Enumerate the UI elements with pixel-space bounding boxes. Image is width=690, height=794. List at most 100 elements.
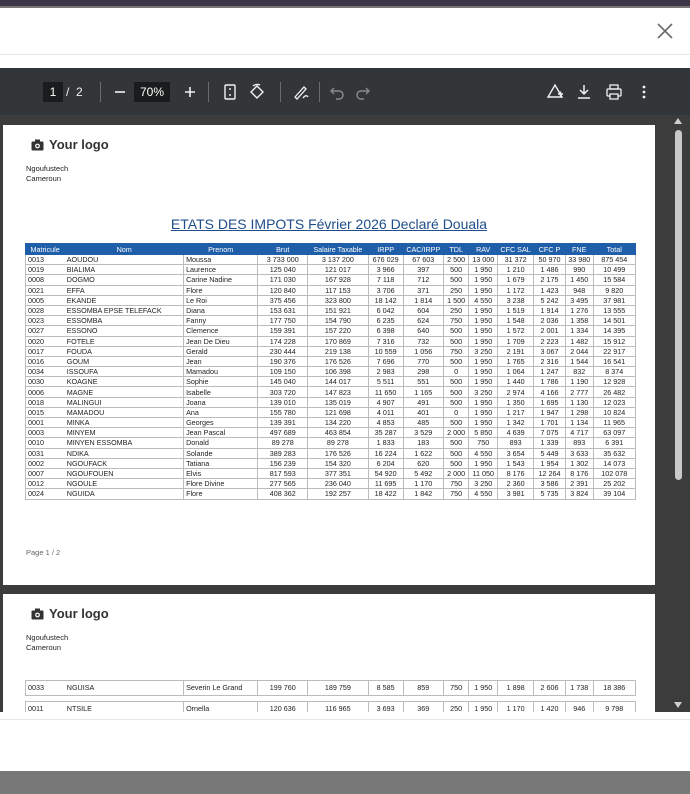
- table-row: 0033 NGUISA Severin Le Grand 199 760 189 759…: [24, 680, 636, 696]
- table-cell: MINYEN ESSOMBA: [64, 437, 184, 449]
- table-cell: NGUISA: [64, 680, 184, 696]
- pdf-pages-scroll[interactable]: Your logo Ngoufustech Cameroun ETATS DES…: [0, 115, 655, 712]
- table-cell: 1 950: [468, 407, 498, 419]
- table-cell: 2 191: [497, 346, 534, 357]
- table-cell: 250: [442, 285, 469, 296]
- table-cell: MINKA: [64, 417, 184, 429]
- draw-icon[interactable]: [291, 82, 311, 102]
- minus-icon[interactable]: [110, 82, 130, 102]
- table-cell: 1 056: [402, 346, 444, 357]
- table-cell: 183: [402, 437, 444, 449]
- table-cell: FOUDA: [64, 346, 184, 357]
- table-cell: 1 950: [468, 417, 498, 429]
- annotate-pdf-icon[interactable]: [545, 82, 565, 102]
- table-cell: 15 912: [592, 336, 636, 347]
- table-cell: 39 104: [592, 488, 636, 500]
- table-cell: 167 928: [307, 274, 369, 286]
- table-row: 0018 MALINGUI Joana 139 010 135 019 4 907 491 5…: [24, 397, 636, 408]
- table-cell: 875 454: [592, 254, 636, 266]
- column-header: CFC SAL: [497, 243, 535, 255]
- table-cell: 3 981: [497, 488, 534, 500]
- table-row: 0024 NGUIDA Flore 408 362 192 257 18 422 1 842…: [24, 488, 636, 500]
- table-cell: 0017: [24, 346, 65, 357]
- undo-icon[interactable]: [327, 82, 347, 102]
- table-cell: 2 000: [442, 427, 469, 439]
- table-row: 0028 ESSOMBA EPSE TELEFACK Diana 153 631 151…: [24, 305, 636, 317]
- table-cell: Flore: [183, 488, 258, 500]
- table-cell: 7 075: [533, 427, 566, 439]
- table-cell: 145 040: [257, 376, 308, 388]
- table-cell: 0024: [24, 488, 65, 500]
- table-cell: 500: [442, 386, 469, 398]
- table-cell: 1 842: [402, 488, 444, 500]
- table-cell: Le Roi: [183, 295, 258, 306]
- table-cell: 3 966: [367, 264, 404, 276]
- download-icon[interactable]: [574, 82, 594, 102]
- table-cell: 18 422: [367, 488, 404, 500]
- table-cell: 375 456: [257, 295, 308, 306]
- modal-footer-divider: [0, 719, 690, 720]
- table-row: 0019 BIALIMA Laurence 125 040 121 017 3 966 39…: [24, 264, 636, 276]
- table-cell: ESSOMBA EPSE TELEFACK: [64, 305, 184, 317]
- table-cell: 500: [442, 264, 469, 276]
- table-cell: 0001: [24, 417, 65, 429]
- table-cell: 1 423: [533, 285, 566, 296]
- table-row: 0021 EFFA Flore 120 840 117 153 3 706 371 250 1 …: [24, 285, 636, 296]
- table-cell: 2 036: [533, 315, 566, 327]
- scrollbar-thumb[interactable]: [675, 130, 682, 480]
- table-cell: 170 869: [307, 336, 369, 347]
- table-cell: 250: [442, 701, 469, 712]
- table-cell: 147 823: [307, 386, 369, 398]
- close-icon[interactable]: [654, 20, 676, 42]
- rotate-icon[interactable]: [247, 82, 267, 102]
- table-cell: 0030: [24, 376, 65, 388]
- table-cell: NGOUFACK: [64, 458, 184, 469]
- scroll-down-arrow[interactable]: [674, 702, 682, 708]
- table-cell: 3 586: [533, 478, 566, 490]
- table-cell: 893: [497, 437, 534, 449]
- table-cell: 8 585: [367, 680, 404, 696]
- table-cell: Moussa: [183, 254, 258, 266]
- plus-icon[interactable]: [180, 82, 200, 102]
- toolbar-divider: [319, 82, 320, 102]
- table-cell: 1 898: [497, 680, 534, 696]
- print-icon[interactable]: [604, 82, 624, 102]
- table-cell: 89 278: [257, 437, 308, 449]
- table-cell: 7 696: [367, 356, 404, 368]
- table-cell: 2 974: [497, 386, 534, 398]
- table-cell: Joana: [183, 397, 258, 408]
- table-cell: Ana: [183, 407, 258, 419]
- table-cell: 116 965: [307, 701, 369, 712]
- vertical-scrollbar[interactable]: [655, 115, 690, 712]
- table-cell: 1 572: [497, 325, 534, 337]
- table-cell: 25 202: [592, 478, 636, 490]
- table-cell: 4 550: [468, 295, 498, 306]
- table-cell: 31 372: [497, 254, 534, 266]
- table-cell: 1 950: [468, 701, 498, 712]
- table-cell: 2 500: [442, 254, 469, 266]
- table-cell: 1 210: [497, 264, 534, 276]
- table-cell: 1 548: [497, 315, 534, 327]
- zoom-level-input[interactable]: 70%: [134, 82, 170, 102]
- table-cell: 990: [564, 264, 593, 276]
- more-vert-icon[interactable]: [634, 82, 654, 102]
- table-cell: 0016: [24, 356, 65, 368]
- table-cell: 1 500: [442, 295, 469, 306]
- fit-page-icon[interactable]: [220, 82, 240, 102]
- table-cell: 0007: [24, 468, 65, 480]
- table-cell: 500: [442, 458, 469, 469]
- table-cell: EKANDE: [64, 295, 184, 306]
- redo-icon[interactable]: [353, 82, 373, 102]
- table-cell: 369: [402, 701, 444, 712]
- table-cell: Solande: [183, 448, 258, 459]
- table-cell: 5 511: [367, 376, 404, 388]
- table-row: 0011 NTSILE Ornella 120 636 116 965 3 693 369 2…: [24, 701, 636, 712]
- table-cell: 1 950: [468, 356, 498, 368]
- table-cell: 1 950: [468, 376, 498, 388]
- table-cell: 389 283: [257, 448, 308, 459]
- pdf-toolbar: 1 / 2 70%: [0, 68, 690, 115]
- table-cell: 732: [402, 336, 444, 347]
- page-number-input[interactable]: 1: [43, 82, 63, 102]
- scroll-up-arrow[interactable]: [674, 118, 682, 124]
- table-cell: 6 391: [592, 437, 636, 449]
